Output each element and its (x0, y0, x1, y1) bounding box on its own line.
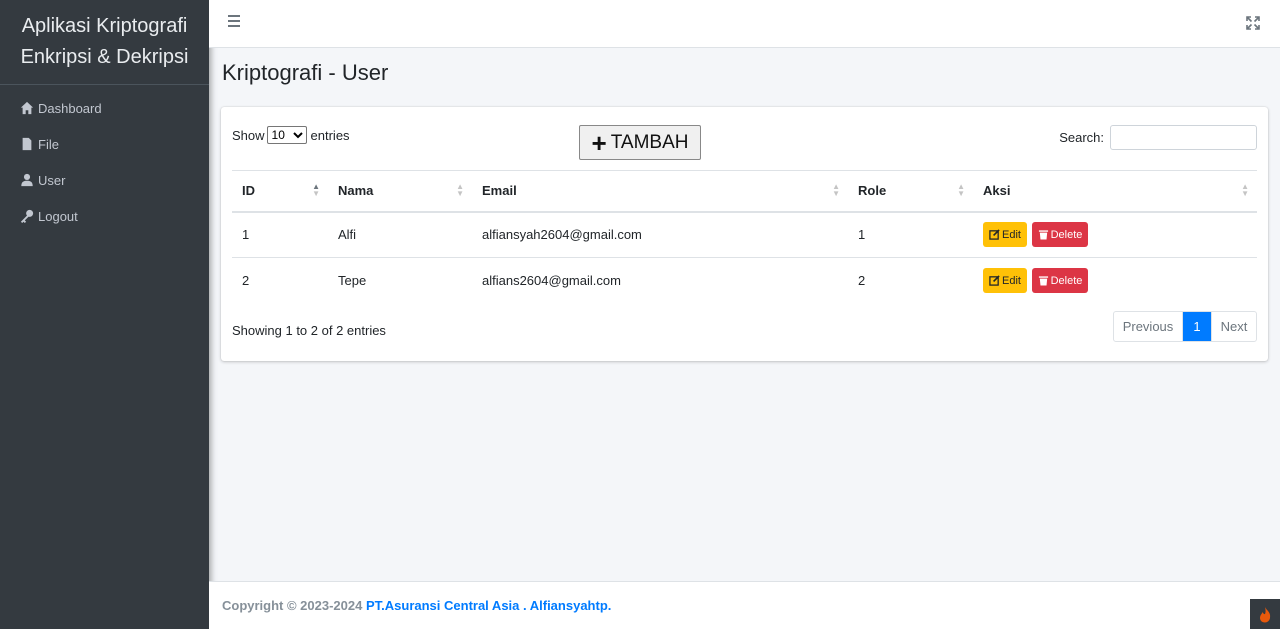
page-length-select[interactable]: 10 (266, 126, 307, 144)
sidebar-item-label: User (38, 172, 66, 188)
cell-actions: Edit Delete (973, 257, 1257, 304)
column-header-email[interactable]: Email ▲ ▼ (472, 170, 848, 213)
sort-icon: ▲ ▼ (1241, 182, 1249, 198)
sidebar-item-label: Dashboard (38, 100, 102, 116)
cell-id: 1 (232, 211, 328, 258)
sidebar-item-logout[interactable]: Logout (0, 198, 209, 234)
cell-actions: Edit Delete (973, 211, 1257, 258)
flame-icon[interactable] (1250, 599, 1280, 629)
search-label: Search: (1059, 130, 1104, 145)
top-navbar (209, 0, 1280, 48)
delete-button[interactable]: Delete (1031, 268, 1089, 294)
brand[interactable]: Aplikasi Kriptografi Enkripsi & Dekripsi (0, 0, 209, 85)
next-page-button[interactable]: Next (1211, 312, 1256, 341)
add-button-label: TAMBAH (610, 131, 689, 153)
sort-icon: ▲ ▼ (456, 182, 464, 198)
page-1-button[interactable]: 1 (1183, 312, 1211, 341)
brand-line-1: Aplikasi Kriptografi (21, 15, 188, 37)
home-icon (20, 101, 34, 115)
cell-email: alfians2604@gmail.com (472, 257, 848, 304)
sidebar: Aplikasi Kriptografi Enkripsi & Dekripsi… (0, 0, 209, 629)
edit-icon (989, 229, 1000, 240)
table-info: Showing 1 to 2 of 2 entries (232, 323, 386, 338)
file-icon (22, 137, 32, 151)
edit-button[interactable]: Edit (983, 222, 1027, 248)
entries-label: entries (310, 127, 350, 143)
user-icon (21, 173, 33, 187)
sidebar-item-dashboard[interactable]: Dashboard (0, 90, 209, 126)
footer: Copyright © 2023-2024 PT.Asuransi Centra… (209, 581, 1280, 629)
edit-icon (989, 275, 1000, 286)
column-header-nama[interactable]: Nama ▲ ▼ (328, 170, 472, 213)
cell-nama: Alfi (328, 211, 472, 258)
search-input[interactable] (1110, 125, 1257, 150)
sidebar-item-label: File (38, 136, 59, 152)
sidebar-item-file[interactable]: File (0, 126, 209, 162)
key-icon (20, 209, 34, 223)
column-header-aksi[interactable]: Aksi ▲ ▼ (973, 170, 1257, 213)
show-label: Show (232, 127, 265, 143)
page-title: Kriptografi - User (222, 60, 389, 85)
user-table-card: Show 10 entries + TAMBAH Search: ID ▲ ▼ Na… (221, 107, 1268, 361)
table-row: 2 Tepe alfians2604@gmail.com 2 Edit Dele… (232, 257, 1257, 304)
user-table: ID ▲ ▼ Nama ▲ ▼ Email ▲ ▼ Role ▲ ▼ Aksi ▲ ▼ 1 Alfi… (232, 170, 1257, 304)
previous-page-button[interactable]: Previous (1114, 312, 1183, 341)
add-user-button[interactable]: + TAMBAH (579, 125, 701, 160)
cell-email: alfiansyah2604@gmail.com (472, 211, 848, 258)
edit-button[interactable]: Edit (983, 268, 1027, 294)
sidebar-item-user[interactable]: User (0, 162, 209, 198)
menu-toggle-icon[interactable] (228, 15, 240, 31)
cell-role: 2 (848, 257, 973, 304)
copyright-text: Copyright © 2023-2024 (222, 598, 363, 613)
fullscreen-icon[interactable] (1246, 16, 1260, 30)
trash-icon (1038, 230, 1048, 240)
sidebar-item-label: Logout (38, 208, 78, 224)
column-header-id[interactable]: ID ▲ ▼ (232, 170, 328, 213)
delete-button[interactable]: Delete (1031, 222, 1089, 248)
pagination: Previous 1 Next (1113, 311, 1257, 342)
sort-asc-icon: ▲ ▼ (312, 182, 320, 198)
plus-icon: + (591, 127, 607, 158)
cell-nama: Tepe (328, 257, 472, 304)
flame-icon-glyph (1260, 607, 1271, 623)
sort-icon: ▲ ▼ (957, 182, 965, 198)
trash-icon (1038, 276, 1048, 286)
brand-line-2: Enkripsi & Dekripsi (20, 46, 189, 68)
sort-icon: ▲ ▼ (832, 182, 840, 198)
search-control: Search: (1059, 125, 1257, 150)
column-header-role[interactable]: Role ▲ ▼ (848, 170, 973, 213)
cell-id: 2 (232, 257, 328, 304)
company-link[interactable]: PT.Asuransi Central Asia . Alfiansyahtp. (366, 598, 611, 613)
sidebar-nav: Dashboard File User Logout (0, 85, 209, 234)
page-length-control: Show 10 entries (232, 126, 350, 144)
cell-role: 1 (848, 211, 973, 258)
table-row: 1 Alfi alfiansyah2604@gmail.com 1 Edit D… (232, 211, 1257, 258)
